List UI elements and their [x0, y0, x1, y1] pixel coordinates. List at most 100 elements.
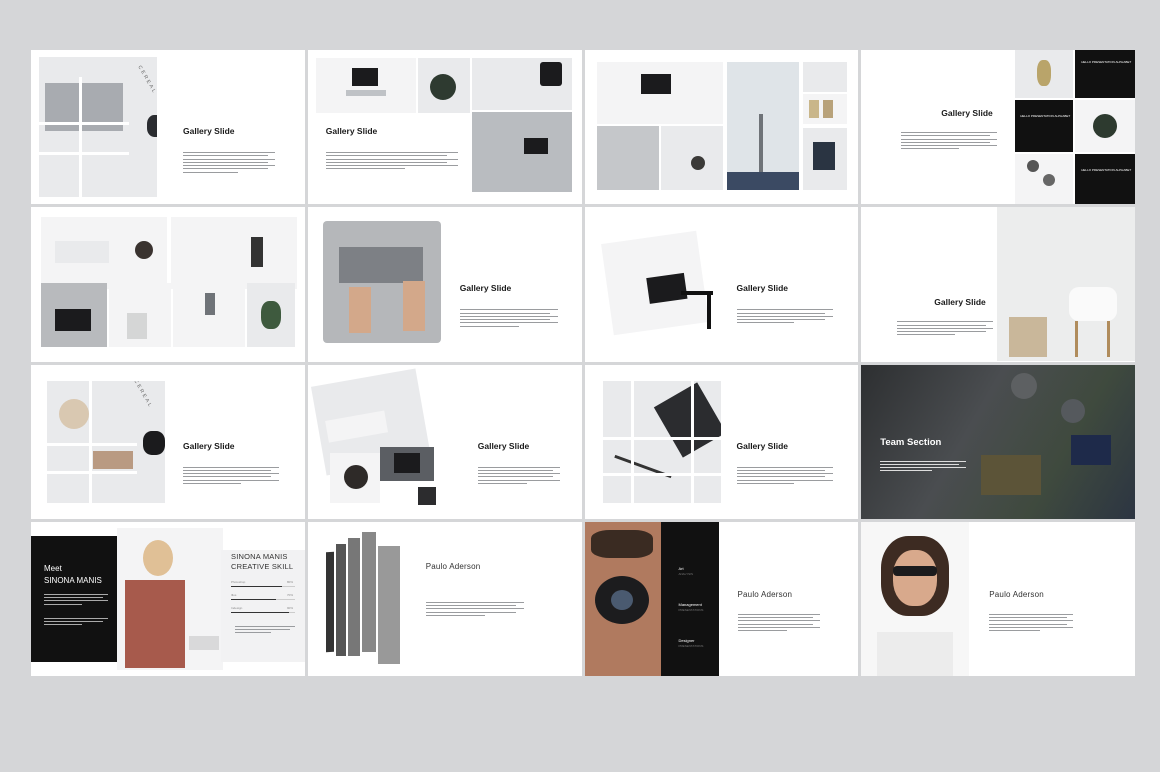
slide-9[interactable]: CEREAL Gallery Slide — [31, 364, 305, 519]
photo-woman-headphones — [117, 527, 223, 670]
photo-tablet — [189, 635, 219, 650]
slide-3[interactable] — [584, 50, 859, 205]
role-title: Art — [678, 565, 684, 571]
slide-2[interactable]: Gallery Slide — [307, 50, 582, 205]
photo-jars — [802, 94, 847, 124]
body-text — [897, 321, 994, 337]
photo-camera-body — [523, 138, 548, 154]
skill-text — [235, 625, 295, 636]
photo-laptop-typing — [322, 221, 441, 344]
body-text — [183, 466, 279, 487]
photo-jar-1 — [808, 100, 819, 118]
intro-panel: Meet SINONA MANIS — [31, 535, 117, 662]
photo-camera-body — [393, 452, 420, 473]
photo-succulent — [1075, 100, 1135, 152]
strip-2 — [335, 543, 346, 656]
slide-title: Gallery Slide — [459, 283, 512, 294]
photo-sunglasses — [893, 565, 938, 576]
photo-pineapple — [1015, 50, 1074, 98]
photo-cup — [205, 293, 215, 316]
body-text — [989, 613, 1074, 634]
slide-10[interactable]: Gallery Slide — [307, 364, 582, 519]
frame-accent-vertical — [706, 291, 711, 330]
slide-15[interactable]: Paulo Aderson Art ANALYSIS Management PRESE… — [584, 521, 859, 676]
dark-panel-mid: HELLO PRESENTATION ALPHABET — [1015, 100, 1074, 152]
photo-plant — [429, 74, 456, 100]
body-text — [425, 601, 524, 618]
slide-title: Gallery Slide — [736, 440, 789, 451]
photo-desk-surface — [345, 90, 386, 96]
person-name: Paulo Aderson — [425, 561, 481, 571]
photo-person-1 — [1011, 372, 1038, 399]
photo-keyboard — [338, 247, 423, 284]
slide-8[interactable]: Gallery Slide — [861, 207, 1135, 362]
photo-jar-2 — [822, 100, 833, 118]
skill-label: Illus — [231, 592, 237, 597]
slide-5[interactable] — [31, 207, 305, 362]
photo-plant — [1093, 114, 1118, 138]
photo-head — [143, 539, 173, 576]
photo-keyboard — [55, 241, 109, 264]
photo-pineapple-fruit — [1037, 60, 1052, 86]
photo-camera-body — [645, 273, 687, 305]
photo-floor — [726, 172, 799, 190]
photo-cup — [690, 156, 705, 170]
photo-hand-watch — [93, 450, 133, 469]
skill-title-1: SINONA MANIS — [231, 551, 288, 561]
photo-small-frame — [802, 128, 847, 190]
photo-hair — [590, 529, 653, 558]
slide-title: Gallery Slide — [736, 283, 789, 294]
photo-tablet — [653, 381, 721, 458]
body-text — [736, 309, 833, 325]
photo-succulent — [417, 58, 470, 113]
body-text — [736, 466, 833, 487]
slide-16[interactable]: Paulo Aderson — [861, 521, 1135, 676]
photo-hand-plant — [171, 217, 297, 290]
photo-chair-shape — [127, 313, 147, 340]
slide-14[interactable]: Paulo Aderson — [307, 521, 582, 676]
person-name: Paulo Aderson — [989, 589, 1044, 599]
photo-camera — [379, 446, 434, 481]
slide-title: Gallery Slide — [477, 440, 530, 451]
body-text — [477, 466, 560, 487]
slide-7[interactable]: Gallery Slide — [584, 207, 859, 362]
photo-clocks — [1015, 154, 1074, 204]
slide-11[interactable]: Gallery Slide — [584, 364, 859, 519]
skill-label: Indesign — [231, 605, 243, 610]
photo-table — [981, 454, 1042, 495]
intro-text-2 — [44, 617, 108, 628]
slide-12[interactable]: Team Section — [861, 364, 1135, 519]
skill-bar — [231, 585, 283, 587]
photo-phone — [539, 62, 562, 86]
roles-panel — [660, 521, 719, 676]
photo-chair-leg-2 — [1107, 321, 1111, 358]
photo-monitor — [640, 74, 671, 94]
photo-keyboard-coffee — [41, 217, 167, 290]
role-subtitle: PRESENTATIONS — [678, 607, 704, 612]
photo-frame — [802, 62, 847, 92]
slide-1[interactable]: CEREAL Gallery Slide — [31, 50, 305, 205]
dark-panel-top: HELLO PRESENTATION ALPHABET — [1075, 50, 1135, 98]
photo-poster — [812, 142, 835, 170]
photo-hand-left — [348, 287, 371, 334]
slide-6[interactable]: Gallery Slide — [307, 207, 582, 362]
panel-label-mid: HELLO PRESENTATION ALPHABET — [1020, 114, 1071, 118]
photo-plant — [247, 283, 295, 348]
skill-label: Photoshop — [231, 579, 246, 584]
photo-chair — [109, 283, 171, 348]
slide-13[interactable]: Meet SINONA MANIS SINONA MANIS CREATIVE … — [31, 521, 305, 676]
strip-3 — [347, 537, 360, 656]
photo-hand-right — [402, 281, 425, 332]
photo-laptop-hands: CEREAL — [39, 57, 157, 197]
slide-title: Gallery Slide — [934, 297, 986, 308]
photo-camera — [143, 430, 165, 455]
cereal-text: CEREAL — [136, 64, 157, 96]
role-subtitle: ANALYSIS — [678, 571, 693, 576]
photo-keyboard-keys — [324, 410, 388, 443]
photo-laptop — [1071, 434, 1112, 465]
photo-lens-glass — [610, 589, 633, 610]
photo-face — [893, 549, 938, 606]
photo-hand — [251, 237, 263, 268]
person-name: Paulo Aderson — [737, 589, 793, 599]
slide-4[interactable]: Gallery Slide HELLO PRESENTATION ALPHABE… — [861, 50, 1135, 205]
